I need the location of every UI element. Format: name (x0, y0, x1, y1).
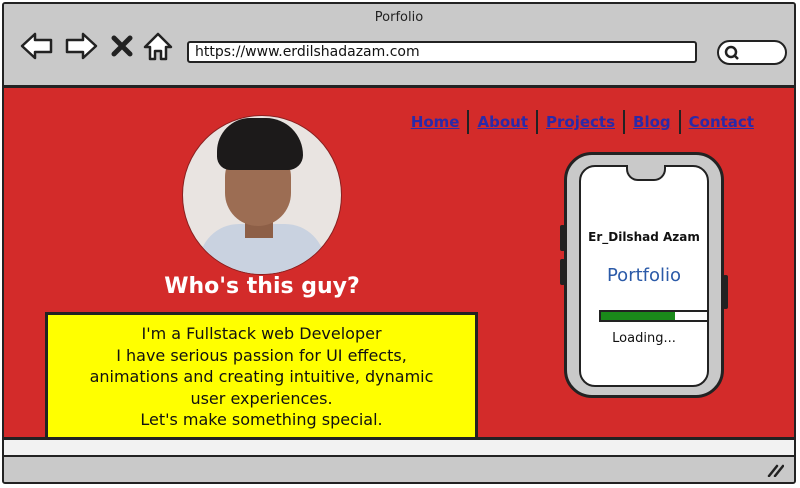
phone-notch (626, 165, 666, 181)
nav-home-link[interactable]: Home (403, 113, 468, 131)
loading-progress-bar (599, 310, 709, 322)
bio-line: I'm a Fullstack web Developer (141, 324, 382, 343)
phone-portfolio-title: Portfolio (606, 265, 682, 286)
bio-line: user experiences. (190, 388, 333, 408)
nav-contact-link[interactable]: Contact (681, 113, 762, 131)
home-icon[interactable] (142, 31, 174, 61)
loading-progress-fill (601, 312, 676, 320)
main-nav: Home About Projects Blog Contact (403, 110, 762, 134)
hero-heading: Who's this guy? (164, 274, 360, 299)
back-arrow-icon[interactable] (20, 31, 54, 61)
loading-text: Loading... (612, 331, 676, 346)
phone-mockup: Er_Dilshad Azam Portfolio Loading... (560, 152, 728, 398)
browser-window: Porfolio https://www.erdilshadazam.com H… (2, 2, 796, 484)
profile-photo (182, 115, 342, 275)
nav-projects-link[interactable]: Projects (538, 113, 623, 131)
resize-grip-icon[interactable] (766, 463, 784, 477)
status-bar (4, 437, 794, 482)
bio-line: I have serious passion for UI effects, (116, 345, 407, 365)
close-icon[interactable] (108, 31, 136, 61)
phone-owner-name: Er_Dilshad Azam (588, 230, 700, 244)
browser-toolbar: Porfolio https://www.erdilshadazam.com (4, 4, 794, 88)
bio-line: Let's make something special. (140, 410, 383, 429)
phone-screen: Er_Dilshad Azam Portfolio Loading... (579, 165, 709, 387)
url-bar[interactable]: https://www.erdilshadazam.com (187, 41, 697, 63)
nav-blog-link[interactable]: Blog (625, 113, 679, 131)
bio-box: I'm a Fullstack web Developer I have ser… (45, 312, 478, 450)
window-title: Porfolio (374, 10, 424, 25)
page-content: Home About Projects Blog Contact Who's t… (4, 88, 794, 450)
nav-about-link[interactable]: About (469, 113, 536, 131)
search-icon (724, 45, 739, 60)
search-box[interactable] (717, 40, 787, 65)
forward-arrow-icon[interactable] (64, 31, 98, 61)
bio-line: animations and creating intuitive, dynam… (89, 367, 434, 386)
